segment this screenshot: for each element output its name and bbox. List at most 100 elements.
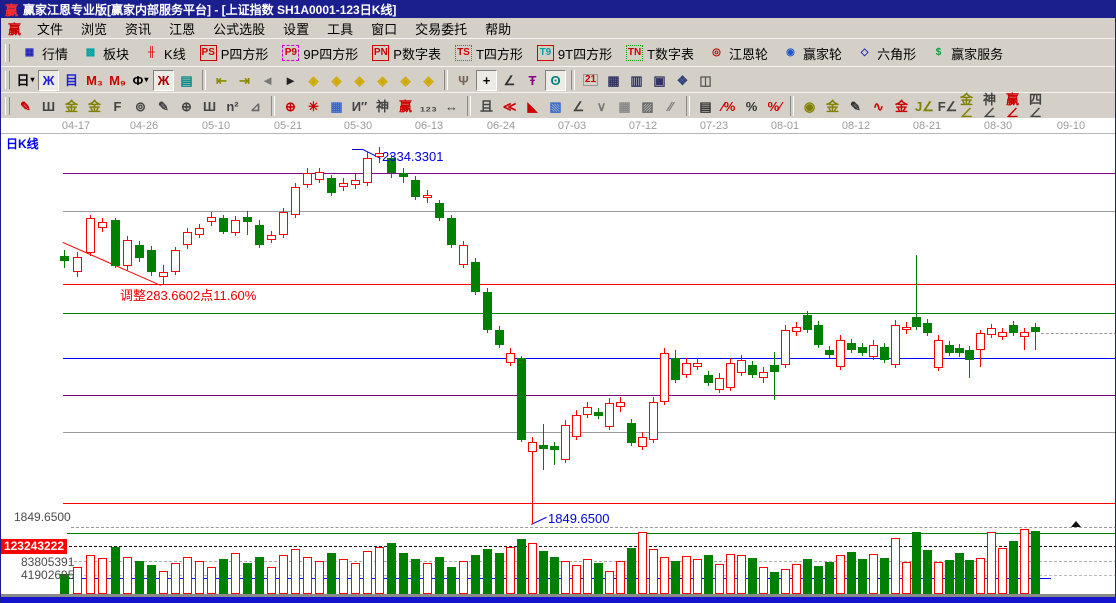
p-square-button[interactable]: PS P四方形 — [193, 41, 276, 65]
diamond-nav-3[interactable]: ◈ — [349, 70, 370, 91]
gann-tool-red-circle[interactable]: ⊕ — [280, 96, 301, 117]
chart-area[interactable]: 04-17 04-26 05-10 05-21 05-30 06-13 06-24 07-03… — [1, 118, 1115, 597]
gann-tool-gold-lines[interactable]: 金 — [822, 96, 843, 117]
gann-tool-v-wave[interactable]: ∨ — [591, 96, 612, 117]
prev-button[interactable]: ◄ — [257, 70, 278, 91]
gann-tool-angle-line[interactable]: ∠ — [568, 96, 589, 117]
menu-item-settings[interactable]: 设置 — [274, 18, 318, 39]
menu-item-window[interactable]: 窗口 — [362, 18, 406, 39]
gann-tool-grid[interactable]: ▦ — [614, 96, 635, 117]
menu-item-file[interactable]: 文件 — [28, 18, 72, 39]
notes-icon[interactable]: ▥ — [626, 70, 647, 91]
gann-tool-pencil[interactable]: ✎ — [15, 96, 36, 117]
gann-tool-ruler-pen[interactable]: ✎ — [845, 96, 866, 117]
gann-tool-123-grid[interactable]: ₁₂₃ — [418, 96, 439, 117]
gann-tool-scale[interactable]: ▤ — [695, 96, 716, 117]
gann-tool-red-fan[interactable]: ≪ — [499, 96, 520, 117]
diamond-nav-5[interactable]: ◈ — [395, 70, 416, 91]
angle-measure-icon[interactable]: ∠ — [499, 70, 520, 91]
diamond-nav-1[interactable]: ◈ — [303, 70, 324, 91]
diamond-nav-6[interactable]: ◈ — [418, 70, 439, 91]
gann-tool-gold-angle[interactable]: 金∠ — [960, 93, 981, 119]
wave-3-icon[interactable]: M₃ — [84, 70, 105, 91]
gann-tool-n-quote[interactable]: И″ — [349, 96, 370, 117]
purple-tool-icon[interactable]: Ŧ — [522, 70, 543, 91]
winner-wheel-button[interactable]: ◉ 赢家轮 — [775, 41, 849, 65]
hexagon-button[interactable]: ◇ 六角形 — [849, 41, 923, 65]
gann-tool-shen-grid[interactable]: 神 — [372, 96, 393, 117]
menu-item-trade[interactable]: 交易委托 — [406, 18, 476, 39]
menu-item-news[interactable]: 资讯 — [116, 18, 160, 39]
gann-tool-gold-circle[interactable]: ◉ — [799, 96, 820, 117]
kline-button[interactable]: ╫ K线 — [136, 41, 193, 65]
menu-item-formula-picker[interactable]: 公式选股 — [204, 18, 274, 39]
p9-square-button[interactable]: P9 9P四方形 — [275, 41, 365, 65]
gann-tool-four-angle[interactable]: 四∠ — [1029, 93, 1050, 119]
calendar-icon[interactable]: 21 — [580, 70, 601, 91]
gann-tool-gold-grid-2[interactable]: 金 — [84, 96, 105, 117]
menu-item-help[interactable]: 帮助 — [476, 18, 520, 39]
quotes-button[interactable]: ▦ 行情 — [14, 41, 75, 65]
gann-tool-pct[interactable]: % — [741, 96, 762, 117]
gann-tool-gold-grid-1[interactable]: 金 — [61, 96, 82, 117]
p-number-table-button[interactable]: PN P数字表 — [365, 41, 448, 65]
gann-tool-blue-grid[interactable]: ▦ — [326, 96, 347, 117]
gann-tool-slant-lines[interactable]: ∕∕ — [660, 96, 681, 117]
crosshair-icon[interactable]: + — [476, 69, 497, 91]
menu-item-tools[interactable]: 工具 — [318, 18, 362, 39]
gann-globe-icon[interactable]: ʘ — [545, 69, 566, 91]
gann-tool-red-star[interactable]: ✳ — [303, 96, 324, 117]
diamond-nav-2[interactable]: ◈ — [326, 70, 347, 91]
next-button[interactable]: ► — [280, 70, 301, 91]
gann-tool-pencil-grid[interactable]: ✎ — [153, 96, 174, 117]
gann-tool-shen-angle[interactable]: 神∠ — [983, 93, 1004, 119]
gann-tool-ying-angle[interactable]: 赢∠ — [1006, 93, 1027, 119]
diamond-nav-4[interactable]: ◈ — [372, 70, 393, 91]
t-square-button[interactable]: TS T四方形 — [448, 41, 530, 65]
candle-style-selector[interactable]: Φ ▾ — [130, 70, 151, 91]
last-page-button[interactable]: ⇥ — [234, 70, 255, 91]
gann-wheel-button[interactable]: ◎ 江恩轮 — [701, 41, 775, 65]
gann-tool-scale-icon: ▤ — [699, 98, 712, 114]
candle-body — [147, 250, 156, 272]
save-icon[interactable]: ▣ — [649, 70, 670, 91]
gann-tool-av-wave[interactable]: ∿ — [868, 96, 889, 117]
menu-item-gann[interactable]: 江恩 — [160, 18, 204, 39]
gann-tool-f-grid[interactable]: F — [107, 96, 128, 117]
gann-tool-f-angle[interactable]: F∠ — [937, 96, 958, 117]
gann-tool-ying-grid[interactable]: 赢 — [395, 96, 416, 117]
print-icon[interactable]: ◫ — [695, 70, 716, 91]
gann-tool-n2[interactable]: n² — [222, 96, 243, 117]
export-icon[interactable]: ❖ — [672, 70, 693, 91]
wave-9-icon[interactable]: M₉ — [107, 70, 128, 91]
gann-tool-blue-box[interactable]: ▧ — [545, 96, 566, 117]
candle-body — [550, 446, 559, 450]
gann-tool-j-angle[interactable]: J∠ — [914, 96, 935, 117]
pattern-overlay-icon[interactable]: Ж — [153, 69, 174, 91]
sectors-button[interactable]: ▩ 板块 — [75, 41, 136, 65]
volume-profile-icon[interactable]: ▤ — [176, 70, 197, 91]
t-number-table-button[interactable]: TN T数字表 — [619, 41, 701, 65]
list-view-icon[interactable]: 目 — [61, 70, 82, 91]
winner-service-button[interactable]: $ 赢家服务 — [923, 41, 1010, 65]
gann-tool-gold-red[interactable]: 金 — [891, 96, 912, 117]
gann-tool-red-box-fan[interactable]: ◣ — [522, 96, 543, 117]
gann-tool-comb[interactable]: Ш — [38, 96, 59, 117]
gann-tool-span[interactable]: ↔ — [441, 96, 462, 117]
calculator-icon[interactable]: ▦ — [603, 70, 624, 91]
gann-tool-protractor[interactable]: ⊿ — [245, 96, 266, 117]
pan-hand-icon[interactable]: Ψ — [453, 70, 474, 91]
gann-tool-circle30[interactable]: ⊕ — [176, 96, 197, 117]
t9-square-button[interactable]: T9 9T四方形 — [530, 41, 619, 65]
quotes-button-label: 行情 — [42, 46, 69, 62]
first-page-button[interactable]: ⇤ — [211, 70, 232, 91]
gann-tool-pct-slant[interactable]: %∕ — [764, 96, 785, 117]
gann-tool-pct-ruler[interactable]: ∕% — [718, 96, 739, 117]
gann-tool-spiral[interactable]: ⊚ — [130, 96, 151, 117]
wave-overlay-icon[interactable]: Ж — [38, 69, 59, 91]
period-day-selector[interactable]: 日 ▾ — [15, 70, 36, 91]
gann-tool-qie-grid[interactable]: 且 — [476, 96, 497, 117]
gann-tool-comb-2[interactable]: Ш — [199, 96, 220, 117]
menu-item-browse[interactable]: 浏览 — [72, 18, 116, 39]
gann-tool-grid-arrow[interactable]: ▨ — [637, 96, 658, 117]
